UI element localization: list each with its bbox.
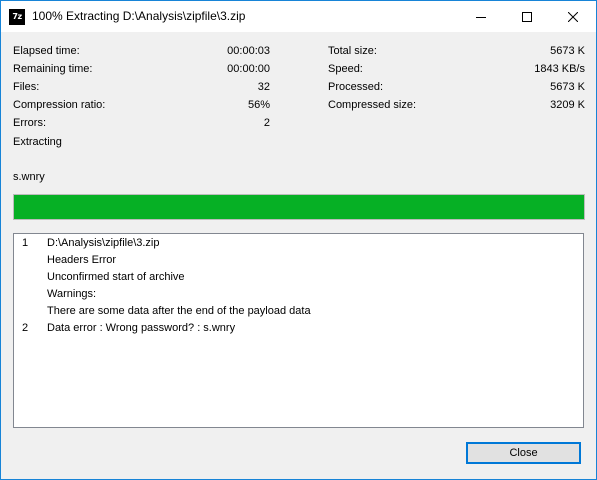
compressed-size-value: 3209 K bbox=[550, 99, 585, 111]
compression-ratio-label: Compression ratio: bbox=[13, 99, 106, 111]
close-window-button[interactable] bbox=[550, 1, 596, 32]
compression-ratio-value: 56% bbox=[247, 99, 270, 111]
title-bar[interactable]: 7z 100% Extracting D:\Analysis\zipfile\3… bbox=[1, 1, 596, 32]
log-item[interactable]: Headers Error bbox=[14, 252, 583, 269]
errors-label: Errors: bbox=[13, 117, 46, 129]
minimize-icon bbox=[476, 16, 486, 18]
processed-value: 5673 K bbox=[550, 81, 585, 93]
progress-bar bbox=[13, 194, 585, 220]
files-value: 32 bbox=[257, 81, 270, 93]
log-item[interactable]: Warnings: bbox=[14, 286, 583, 303]
log-item-text: Unconfirmed start of archive bbox=[47, 271, 185, 283]
maximize-icon bbox=[522, 11, 532, 22]
log-item-number: 2 bbox=[22, 322, 29, 334]
close-button[interactable]: Close bbox=[466, 442, 581, 464]
total-size-label: Total size: bbox=[328, 45, 377, 57]
error-log-list[interactable]: 1 D:\Analysis\zipfile\3.zip Headers Erro… bbox=[13, 233, 584, 428]
remaining-time-value: 00:00:00 bbox=[227, 63, 270, 75]
log-item-text: Headers Error bbox=[47, 254, 117, 266]
close-icon bbox=[568, 11, 578, 22]
progress-bar-fill bbox=[14, 195, 584, 219]
log-item[interactable]: Unconfirmed start of archive bbox=[14, 269, 583, 286]
errors-value: 2 bbox=[263, 117, 270, 129]
7zip-app-icon[interactable]: 7z bbox=[9, 9, 25, 25]
total-size-value: 5673 K bbox=[550, 45, 585, 57]
elapsed-time-label: Elapsed time: bbox=[13, 45, 80, 57]
processed-label: Processed: bbox=[328, 81, 384, 93]
log-item-text: Data error : Wrong password? : s.wnry bbox=[47, 322, 236, 334]
log-item-text: Warnings: bbox=[47, 288, 97, 300]
minimize-button[interactable] bbox=[458, 1, 504, 32]
remaining-time-label: Remaining time: bbox=[13, 63, 93, 75]
maximize-button[interactable] bbox=[504, 1, 550, 32]
elapsed-time-value: 00:00:03 bbox=[227, 45, 270, 57]
log-item[interactable]: 2 Data error : Wrong password? : s.wnry bbox=[14, 320, 583, 337]
speed-value: 1843 KB/s bbox=[534, 63, 585, 75]
extract-progress-window: 7z 100% Extracting D:\Analysis\zipfile\3… bbox=[0, 0, 597, 480]
log-item-number: 1 bbox=[22, 237, 29, 249]
dialog-body: Elapsed time: 00:00:03 Remaining time: 0… bbox=[1, 32, 596, 479]
log-item[interactable]: There are some data after the end of the… bbox=[14, 303, 583, 320]
current-file-name: s.wnry bbox=[13, 171, 45, 183]
speed-label: Speed: bbox=[328, 63, 363, 75]
operation-status: Extracting bbox=[13, 136, 62, 148]
window-title: 100% Extracting D:\Analysis\zipfile\3.zi… bbox=[32, 9, 246, 23]
log-item-text: There are some data after the end of the… bbox=[47, 305, 311, 317]
log-item[interactable]: 1 D:\Analysis\zipfile\3.zip bbox=[14, 235, 583, 252]
log-item-text: D:\Analysis\zipfile\3.zip bbox=[47, 237, 160, 249]
files-label: Files: bbox=[13, 81, 40, 93]
compressed-size-label: Compressed size: bbox=[328, 99, 417, 111]
